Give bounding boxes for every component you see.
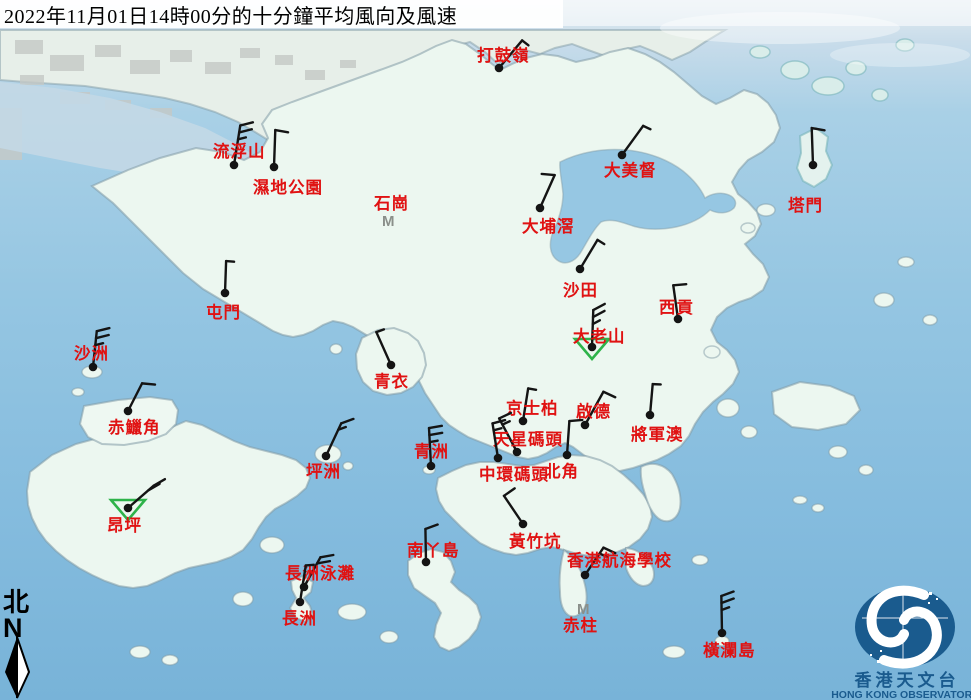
station-label: 塔門 [788, 195, 823, 215]
station-label: 赤鱲角 [108, 417, 161, 437]
station-label: 南丫島 [407, 540, 460, 560]
station-label: 沙洲 [74, 344, 109, 363]
station-dot [618, 151, 627, 160]
wind-barb-staff [812, 128, 813, 165]
station-dot [322, 452, 331, 461]
island-tap-mun [797, 128, 832, 187]
hong-kong-map: 打鼓嶺流浮山濕地公園 M石崗 大美督塔門大埔滘沙田屯門 西貢沙洲 大老山青衣赤鱲角 京士柏… [0, 0, 971, 700]
wind-barb-tick [673, 284, 686, 285]
station-dot [646, 411, 655, 420]
station-dot [387, 361, 396, 370]
station-dot [563, 451, 572, 460]
station-dot [124, 407, 133, 416]
north-label-en: N [3, 613, 23, 643]
wind-barb-tick [226, 261, 234, 262]
station-dot [427, 462, 436, 471]
logo-name-en: HONG KONG OBSERVATORY [831, 689, 971, 700]
wind-barb-tick [142, 383, 155, 384]
wind-barb-tick [528, 388, 536, 389]
wind-barb-staff [225, 261, 226, 293]
station-dot [270, 163, 279, 172]
station-label: 黃竹坑 [508, 531, 562, 551]
wind-barb-tick [569, 420, 582, 421]
station-label: 青洲 [414, 441, 449, 461]
station-dot [494, 454, 503, 463]
station-label: 大美督 [604, 160, 657, 180]
station-label: 京士柏 [506, 398, 559, 418]
station-label: 北角 [544, 461, 579, 481]
station-dot [718, 629, 727, 638]
wind-barb-tick [306, 565, 314, 566]
missing-data-marker: M [382, 213, 395, 230]
station-dot [89, 363, 98, 372]
station-dot [230, 161, 239, 170]
station-label: 沙田 [563, 281, 598, 300]
station-dot [519, 520, 528, 529]
station-dot [536, 204, 545, 213]
station-label: 橫瀾島 [703, 640, 756, 660]
wind-barb-staff [721, 596, 722, 633]
station-dot [221, 289, 230, 298]
station-label: 西貢 [659, 298, 694, 317]
station-label: 坪洲 [306, 462, 341, 481]
wind-barb-tick [542, 174, 555, 175]
station-label: 長洲泳灘 [285, 563, 355, 583]
station-dot [576, 265, 585, 274]
station-dot [581, 421, 590, 430]
wind-barb-staff [274, 130, 275, 167]
station-label: 濕地公園 [253, 177, 323, 197]
logo-name-cn: 香港天文台 [855, 670, 960, 690]
station-label: 大老山 [573, 326, 626, 346]
station-label: 打鼓嶺 [477, 45, 530, 65]
station-dot [809, 161, 818, 170]
wind-map-screen: 打鼓嶺流浮山濕地公園 M石崗 大美督塔門大埔滘沙田屯門 西貢沙洲 大老山青衣赤鱲角 京士柏… [0, 0, 971, 700]
station-label: 青衣 [374, 371, 409, 391]
station-label: 啟德 [576, 401, 611, 421]
station-dot [296, 598, 305, 607]
station-dot [124, 504, 133, 513]
station-dot [581, 571, 590, 580]
station-label: 石崗 [373, 194, 409, 213]
title-bar: 2022年11月01日14時00分的十分鐘平均風向及風速 [0, 0, 563, 28]
station-label: 昂坪 [107, 516, 142, 535]
map-title: 2022年11月01日14時00分的十分鐘平均風向及風速 [0, 0, 457, 29]
station-label: 長洲 [282, 609, 317, 628]
station-label: 屯門 [206, 302, 241, 322]
station-label: 中環碼頭 [479, 464, 549, 484]
station-label: 大埔滘 [522, 216, 575, 236]
station-label: 赤柱 [563, 615, 598, 635]
station-label: 天星碼頭 [493, 430, 563, 449]
station-label: 香港航海學校 [567, 550, 672, 570]
station-label: 流浮山 [213, 141, 266, 161]
station-label: 將軍澳 [631, 424, 684, 444]
